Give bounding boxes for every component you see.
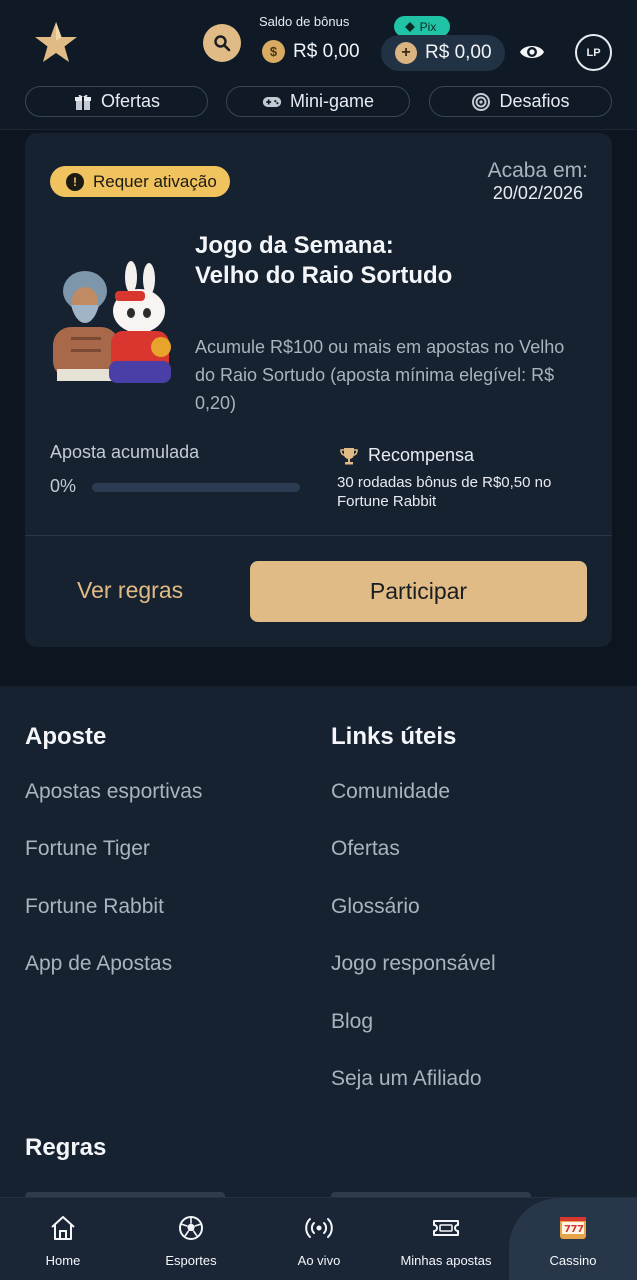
divider: [25, 535, 612, 536]
progress-bar: [92, 483, 300, 492]
nav-label: Home: [45, 1253, 81, 1268]
svg-text:7: 7: [577, 1224, 584, 1235]
participate-button[interactable]: Participar: [250, 561, 587, 622]
brand-star-logo-icon[interactable]: [33, 20, 79, 66]
nav-my-bets[interactable]: Minhas apostas: [391, 1198, 501, 1280]
footer-link[interactable]: App de Apostas: [25, 952, 172, 976]
deposit-balance-button[interactable]: + R$ 0,00: [381, 35, 505, 71]
bonus-balance: $ R$ 0,00: [262, 40, 360, 63]
footer-link[interactable]: Glossário: [331, 895, 420, 919]
tab-label: Desafios: [499, 91, 570, 111]
tab-label: Mini-game: [289, 91, 375, 111]
bonus-balance-value: R$ 0,00: [293, 40, 360, 62]
gift-icon: [74, 94, 91, 110]
game-thumbnail: [49, 261, 173, 385]
reward-label: Recompensa: [368, 445, 475, 465]
warning-icon: !: [66, 172, 84, 191]
bottom-navigation: Home Esportes Ao vivo Minhas apostas 7 7: [0, 1197, 637, 1280]
footer-link[interactable]: Apostas esportivas: [25, 780, 202, 804]
pix-label: Pix: [419, 19, 437, 34]
promo-title-line-1: Jogo da Semana:: [195, 232, 394, 259]
ends-label: Acaba em:: [487, 159, 588, 182]
coin-icon: $: [262, 40, 285, 63]
eye-icon[interactable]: [518, 40, 546, 64]
tab-desafios[interactable]: Desafios: [429, 86, 612, 117]
reward-description: 30 rodadas bônus de R$0,50 no Fortune Ra…: [337, 474, 552, 510]
nav-label: Esportes: [165, 1253, 217, 1268]
progress-percent: 0%: [50, 476, 77, 496]
gamepad-icon: [262, 96, 282, 107]
avatar[interactable]: LP: [575, 34, 612, 71]
see-rules-link[interactable]: Ver regras: [77, 577, 183, 604]
promo-title-line-2: Velho do Raio Sortudo: [195, 262, 453, 289]
footer-link[interactable]: Ofertas: [331, 837, 400, 861]
pix-icon: [404, 21, 415, 32]
search-button[interactable]: [203, 24, 241, 62]
promo-title: Jogo da Semana: Velho do Raio Sortudo: [195, 231, 585, 291]
slot-machine-icon: 7 7 7: [560, 1217, 586, 1239]
footer-link[interactable]: Seja um Afiliado: [331, 1067, 482, 1091]
footer-link[interactable]: Comunidade: [331, 780, 450, 804]
target-icon: [472, 92, 491, 111]
footer-link[interactable]: Blog: [331, 1010, 373, 1034]
trophy-icon: [340, 447, 358, 464]
tab-ofertas[interactable]: Ofertas: [25, 86, 208, 117]
nav-label: Minhas apostas: [400, 1253, 492, 1268]
activation-required-badge: ! Requer ativação: [50, 166, 230, 197]
search-icon: [214, 35, 231, 52]
footer-useful-links-title: Links úteis: [331, 723, 457, 750]
footer: Aposte Apostas esportivas Fortune Tiger …: [0, 686, 637, 1280]
nav-sports[interactable]: Esportes: [136, 1198, 246, 1280]
ticket-icon: [433, 1220, 459, 1236]
nav-label: Ao vivo: [297, 1253, 341, 1268]
nav-live[interactable]: Ao vivo: [264, 1198, 374, 1280]
nav-label: Cassino: [549, 1253, 597, 1268]
balance-value: R$ 0,00: [425, 42, 492, 63]
promo-description: Acumule R$100 ou mais em apostas no Velh…: [195, 337, 565, 413]
footer-link[interactable]: Fortune Tiger: [25, 837, 150, 861]
plus-icon: +: [395, 42, 417, 64]
accumulated-bet-label: Aposta acumulada: [50, 442, 200, 462]
footer-link[interactable]: Fortune Rabbit: [25, 895, 164, 919]
badge-label: Requer ativação: [93, 171, 217, 191]
promo-card: ! Requer ativação Acaba em: 20/02/2026 J…: [25, 133, 612, 647]
bonus-balance-label: Saldo de bônus: [259, 14, 350, 29]
footer-bet-title: Aposte: [25, 723, 107, 750]
soccer-ball-icon: [179, 1216, 203, 1240]
tab-label: Ofertas: [100, 91, 161, 111]
footer-link[interactable]: Jogo responsável: [331, 952, 496, 976]
live-broadcast-icon: [305, 1218, 333, 1238]
nav-home[interactable]: Home: [8, 1198, 118, 1280]
reward-heading: Recompensa: [339, 445, 474, 466]
pix-badge: Pix: [394, 16, 450, 37]
top-header: Saldo de bônus $ R$ 0,00 Pix + R$ 0,00 L…: [0, 0, 637, 130]
ends-date: 20/02/2026: [492, 183, 583, 203]
nav-casino[interactable]: 7 7 7 Cassino: [518, 1198, 628, 1280]
quick-tabs: Ofertas Mini-game Desafios: [25, 86, 612, 117]
home-icon: [51, 1216, 75, 1240]
tab-mini-game[interactable]: Mini-game: [226, 86, 410, 117]
footer-rules-title: Regras: [25, 1134, 107, 1161]
